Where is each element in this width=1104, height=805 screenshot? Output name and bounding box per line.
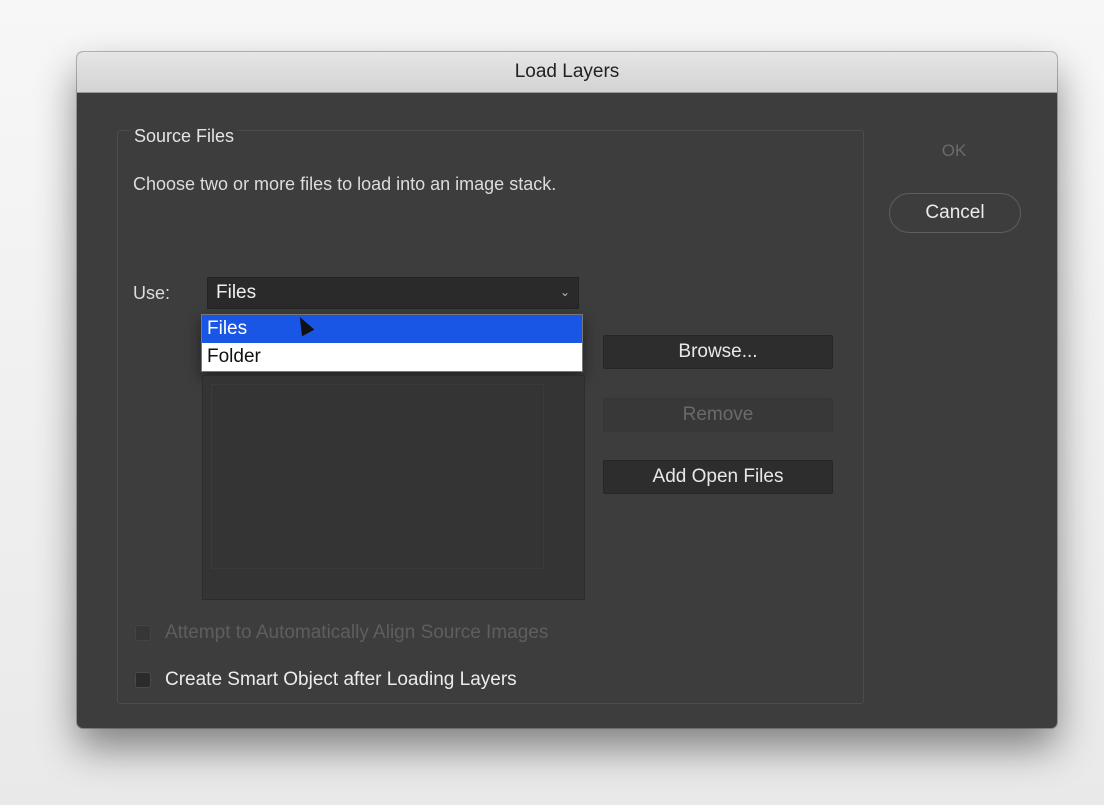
load-layers-dialog: Load Layers Source Files Choose two or m…	[77, 52, 1057, 728]
dropdown-option-folder[interactable]: Folder	[202, 343, 582, 371]
chevron-down-icon: ⌄	[559, 285, 570, 299]
smart-object-row[interactable]: Create Smart Object after Loading Layers	[135, 669, 517, 691]
dropdown-option-files[interactable]: Files	[202, 315, 582, 343]
browse-button[interactable]: Browse...	[603, 335, 833, 369]
smart-object-checkbox[interactable]	[135, 672, 151, 688]
auto-align-row[interactable]: Attempt to Automatically Align Source Im…	[135, 622, 548, 644]
auto-align-checkbox[interactable]	[135, 625, 151, 641]
add-open-files-button[interactable]: Add Open Files	[603, 460, 833, 494]
title-bar: Load Layers	[77, 52, 1057, 93]
use-select-value: Files	[216, 282, 257, 303]
group-label: Source Files	[131, 126, 238, 147]
use-select[interactable]: Files ⌄	[207, 277, 579, 309]
cancel-button[interactable]: Cancel	[889, 193, 1021, 233]
dialog-title: Load Layers	[514, 61, 620, 82]
remove-button[interactable]: Remove	[603, 398, 833, 432]
auto-align-label: Attempt to Automatically Align Source Im…	[165, 622, 549, 643]
file-list[interactable]	[202, 375, 585, 600]
smart-object-label: Create Smart Object after Loading Layers	[165, 669, 517, 690]
file-list-inner	[211, 384, 544, 569]
use-dropdown-menu: Files Folder	[201, 314, 583, 372]
ok-button[interactable]: OK	[889, 136, 1019, 166]
description-text: Choose two or more files to load into an…	[133, 174, 557, 194]
use-label: Use:	[133, 283, 171, 303]
